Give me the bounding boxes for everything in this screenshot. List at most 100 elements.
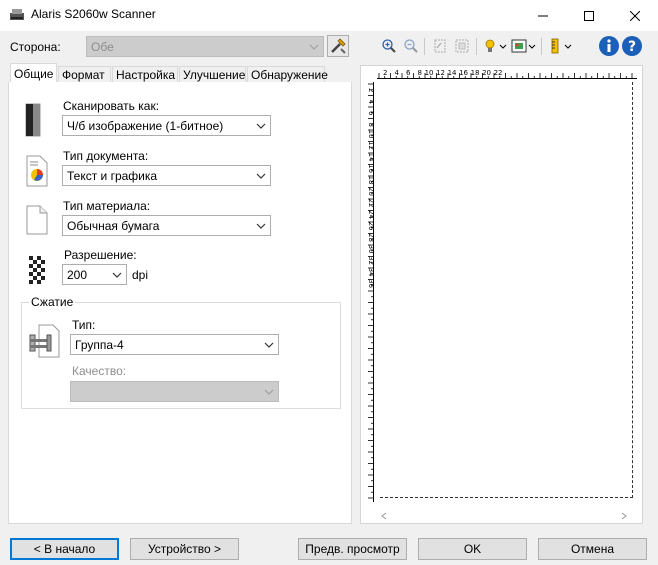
side-select[interactable]: Обе — [86, 36, 324, 57]
tab-enhancement[interactable]: Улучшение — [179, 66, 246, 83]
ruler-top-label: 6 — [406, 69, 411, 77]
home-button[interactable]: < В начало — [10, 538, 119, 560]
compression-type-select[interactable]: Группа-4 — [70, 334, 279, 355]
ruler-left-label: 30 — [367, 245, 374, 254]
cancel-button[interactable]: Отмена — [538, 538, 647, 560]
side-label: Сторона: — [10, 40, 61, 54]
tab-general[interactable]: Общие — [10, 63, 57, 83]
toolbar-separator — [541, 38, 542, 55]
help-button[interactable]: ? — [621, 35, 643, 57]
compression-quality-label: Качество: — [72, 364, 127, 378]
chevron-down-icon — [264, 389, 274, 395]
resolution-label: Разрешение: — [64, 248, 137, 262]
ruler-top-label: 2 — [383, 69, 387, 77]
ruler-left-label: 8 — [367, 123, 374, 127]
ruler-menu-button[interactable] — [546, 35, 574, 57]
scroll-left-icon[interactable] — [380, 512, 388, 520]
info-icon — [599, 36, 619, 56]
document-type-icon — [26, 155, 48, 187]
toolbar-separator — [424, 38, 425, 55]
scroll-right-icon[interactable] — [620, 512, 628, 520]
ruler-top-label: 14 — [448, 69, 457, 77]
compression-type-label: Тип: — [72, 318, 96, 332]
maximize-button[interactable] — [566, 0, 612, 31]
chevron-down-icon — [256, 123, 266, 129]
ruler-corner — [362, 67, 375, 80]
lightbulb-dropdown-icon — [485, 39, 507, 52]
ruler-top-ticks: 2 4 6 8 10 12 14 16 18 20 22 — [378, 69, 633, 79]
ruler-top-label: 8 — [418, 69, 422, 77]
ruler-left: 24681012141618202224262830323436 — [362, 82, 375, 502]
scan-as-bw-icon — [25, 103, 41, 137]
document-type-select[interactable]: Текст и графика — [62, 165, 271, 186]
compression-clamp-icon — [29, 324, 60, 358]
ruler-top-label: 12 — [436, 69, 445, 77]
media-type-select[interactable]: Обычная бумага — [62, 215, 271, 236]
ruler-left-label: 4 — [367, 100, 374, 105]
ruler-left-label: 14 — [367, 153, 374, 162]
preview-button[interactable]: Предв. просмотр — [298, 538, 407, 560]
scan-as-label: Сканировать как: — [63, 99, 160, 113]
ruler-left-label: 34 — [367, 268, 374, 277]
ruler-left-label: 24 — [367, 210, 374, 219]
zoom-in-button[interactable] — [378, 35, 400, 57]
compression-quality-select[interactable] — [70, 381, 279, 402]
minimize-button[interactable] — [520, 0, 566, 31]
svg-text:?: ? — [628, 39, 636, 55]
chevron-down-icon — [256, 223, 266, 229]
document-type-label: Тип документа: — [63, 149, 149, 163]
fit-page-icon — [455, 39, 469, 53]
scan-as-select[interactable]: Ч/б изображение (1-битное) — [62, 115, 271, 136]
maximize-icon — [584, 10, 594, 21]
title-bar: Alaris S2060w Scanner — [0, 0, 658, 31]
preview-horizontal-scrollbar[interactable] — [378, 508, 630, 524]
ruler-top: 2 4 6 8 10 12 14 16 18 20 22 — [377, 67, 637, 79]
media-type-paper-icon — [26, 205, 48, 235]
image-dropdown-icon — [511, 39, 536, 53]
chevron-down-icon — [256, 173, 266, 179]
tab-setup[interactable]: Настройка — [112, 66, 178, 83]
fit-page-button[interactable] — [451, 35, 473, 57]
chevron-down-icon — [264, 342, 274, 348]
toolbar-separator — [476, 38, 477, 55]
tab-detection[interactable]: Обнаружение — [247, 66, 328, 83]
device-button[interactable]: Устройство > — [130, 538, 239, 560]
ruler-left-label: 20 — [367, 187, 374, 196]
rotate-button[interactable] — [429, 35, 451, 57]
ruler-top-label: 18 — [471, 69, 480, 77]
help-icon: ? — [622, 36, 642, 56]
ruler-left-label: 2 — [367, 88, 374, 92]
tab-format[interactable]: Формат — [58, 66, 111, 83]
ruler-left-label: 36 — [367, 279, 374, 288]
resolution-icon — [29, 256, 45, 284]
ruler-left-label: 26 — [367, 222, 374, 231]
minimize-icon — [538, 15, 548, 16]
zoom-out-icon — [404, 39, 418, 53]
ruler-top-label: 22 — [494, 69, 503, 77]
close-icon — [630, 10, 640, 21]
ruler-top-label: 16 — [459, 69, 468, 77]
ruler-left-ticks: 24681012141618202224262830323436 — [367, 83, 375, 499]
compression-group-title: Сжатие — [29, 295, 76, 309]
side-select-value: Обе — [91, 39, 114, 54]
scan-preview-page — [380, 82, 633, 498]
ruler-dropdown-icon — [551, 38, 572, 54]
chevron-down-icon — [112, 272, 122, 278]
side-settings-button[interactable] — [327, 35, 349, 57]
zoom-out-button[interactable] — [400, 35, 422, 57]
ruler-left-label: 22 — [367, 199, 374, 208]
ruler-left-label: 6 — [367, 111, 374, 116]
ruler-left-label: 32 — [367, 256, 374, 265]
ruler-left-label: 18 — [367, 176, 374, 185]
info-button[interactable] — [598, 35, 620, 57]
resolution-select[interactable]: 200 — [62, 264, 127, 285]
scanner-app-icon — [10, 9, 24, 20]
tools-icon — [331, 38, 346, 54]
zoom-in-icon — [382, 39, 396, 53]
close-button[interactable] — [612, 0, 658, 31]
ruler-top-label: 4 — [395, 69, 400, 77]
ok-button[interactable]: OK — [418, 538, 527, 560]
light-menu-button[interactable] — [481, 35, 509, 57]
image-menu-button[interactable] — [510, 35, 538, 57]
ruler-top-label: 20 — [482, 69, 491, 77]
